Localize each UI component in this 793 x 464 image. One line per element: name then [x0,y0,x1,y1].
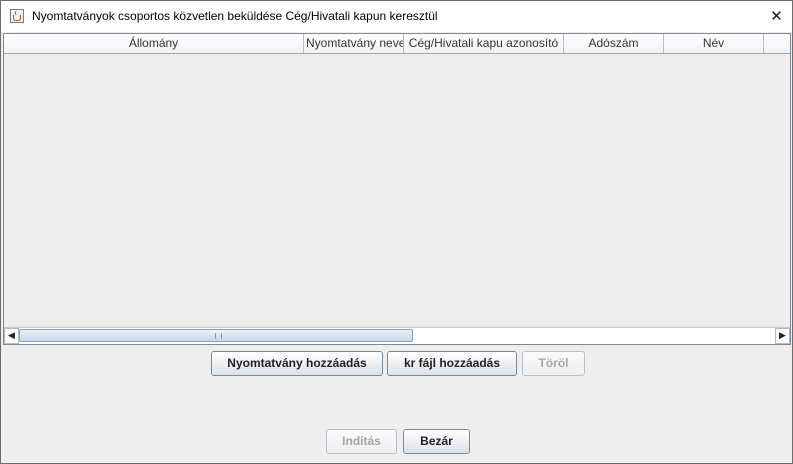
close-button[interactable]: Bezár [403,429,470,454]
title-bar: Nyomtatványok csoportos közvetlen beküld… [1,1,792,32]
close-icon[interactable]: ✕ [761,1,792,32]
file-table: Állomány Nyomtatvány neve Cég/Hivatali k… [3,33,791,345]
column-header-allomany[interactable]: Állomány [4,34,304,53]
java-app-icon [10,9,24,23]
dialog-window: Nyomtatványok csoportos közvetlen beküld… [0,0,793,464]
scrollbar-thumb[interactable] [19,329,413,342]
table-header: Állomány Nyomtatvány neve Cég/Hivatali k… [4,34,790,54]
start-button[interactable]: Indítás [326,429,397,454]
scrollbar-grip-icon [215,333,222,339]
scroll-right-arrow-icon[interactable]: ▶ [775,328,790,344]
window-title: Nyomtatványok csoportos közvetlen beküld… [32,9,438,23]
table-body[interactable] [4,54,790,327]
column-header-nyomtatvany-neve[interactable]: Nyomtatvány neve [304,34,404,53]
delete-button[interactable]: Töröl [522,351,585,376]
scroll-left-arrow-icon[interactable]: ◀ [4,328,19,344]
horizontal-scrollbar[interactable]: ◀ ▶ [4,327,790,344]
column-header-adoszam[interactable]: Adószám [564,34,664,53]
column-header-datum[interactable]: Dá [764,34,790,53]
column-header-nev[interactable]: Név [664,34,764,53]
add-form-button[interactable]: Nyomtatvány hozzáadás [211,351,383,376]
add-kr-file-button[interactable]: kr fájl hozzáadás [387,351,517,376]
column-header-kapu-azonosito[interactable]: Cég/Hivatali kapu azonosító [404,34,564,53]
